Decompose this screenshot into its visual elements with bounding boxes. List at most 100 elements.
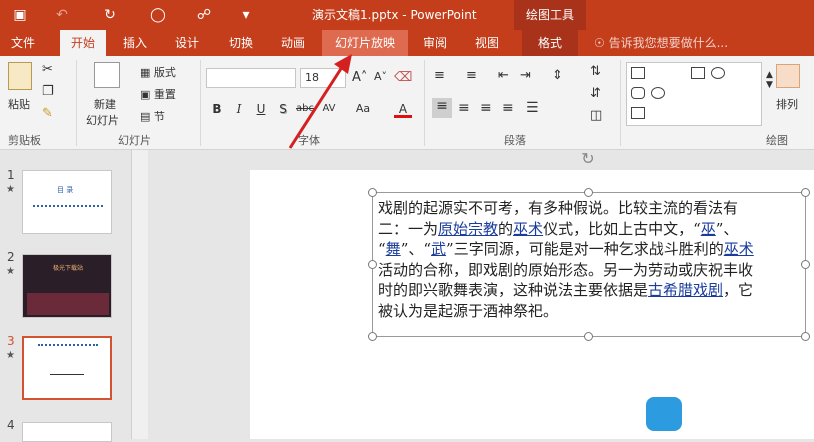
thumb-line <box>50 374 84 375</box>
clipboard-group-label: 剪贴板 <box>8 134 41 147</box>
underline-button[interactable]: U <box>252 100 270 118</box>
group-divider <box>76 60 77 146</box>
hyperlink[interactable]: 武 <box>431 240 446 258</box>
columns-icon[interactable]: ☰ <box>526 100 539 116</box>
resize-handle[interactable] <box>801 188 810 197</box>
undo-icon[interactable]: ↶ <box>52 5 72 25</box>
clear-format-icon[interactable]: ⌫ <box>394 70 412 85</box>
tab-slideshow[interactable]: 幻灯片放映 <box>322 30 408 56</box>
rectangle-shape-icon[interactable] <box>691 67 705 79</box>
bullets-icon[interactable]: ≡ <box>434 68 445 83</box>
animation-star-icon: ★ <box>6 266 15 277</box>
tab-insert[interactable]: 插入 <box>112 30 158 56</box>
paste-icon[interactable] <box>8 62 32 90</box>
char-spacing-button[interactable]: AV <box>320 100 338 118</box>
slide-thumbnail[interactable]: 极光下载站 <box>22 254 112 318</box>
group-divider <box>200 60 201 146</box>
resize-handle[interactable] <box>584 188 593 197</box>
tab-home[interactable]: 开始 <box>60 30 106 56</box>
tab-review[interactable]: 审阅 <box>412 30 458 56</box>
tell-me-text: 告诉我您想要做什么... <box>608 36 729 50</box>
tab-transitions[interactable]: 切换 <box>218 30 264 56</box>
increase-indent-icon[interactable]: ⇥ <box>520 68 531 83</box>
format-painter-icon[interactable]: ✎ <box>42 106 53 121</box>
slide-thumbnail-pane: 1 ★ 目 录 2 ★ 极光下载站 3 ★ 4 <box>0 150 148 442</box>
square-shape-icon[interactable] <box>631 107 645 119</box>
group-divider <box>424 60 425 146</box>
smartart-icon[interactable]: ◫ <box>590 108 602 123</box>
tab-format[interactable]: 格式 <box>522 30 578 56</box>
hyperlink[interactable]: 古希腊戏剧 <box>648 281 723 299</box>
copy-icon[interactable]: ❐ <box>42 84 54 99</box>
bold-button[interactable]: B <box>208 100 226 118</box>
preview-icon[interactable]: ☍ <box>194 5 214 25</box>
tab-view[interactable]: 视图 <box>464 30 510 56</box>
save-icon[interactable]: ▣ <box>10 5 30 25</box>
font-name-combo[interactable] <box>206 68 296 88</box>
hyperlink[interactable]: 原始宗教 <box>438 220 498 238</box>
align-left-icon[interactable]: ≡ <box>432 98 452 118</box>
text-direction-icon[interactable]: ⇅ <box>590 64 601 79</box>
grow-font-icon[interactable]: A˄ <box>352 70 367 85</box>
hyperlink[interactable]: 巫术 <box>513 220 543 238</box>
decrease-indent-icon[interactable]: ⇤ <box>498 68 509 83</box>
redo-icon[interactable]: ↻ <box>100 5 120 25</box>
slide-number: 3 <box>7 334 15 348</box>
layout-icon: ▦ <box>140 66 154 79</box>
align-text-icon[interactable]: ⇵ <box>590 86 601 101</box>
slide-thumbnail[interactable]: 目 录 <box>22 170 112 234</box>
resize-handle[interactable] <box>801 260 810 269</box>
font-color-button[interactable]: A <box>394 100 412 118</box>
thumbnail-scrollbar[interactable] <box>131 150 148 439</box>
group-divider <box>620 60 621 146</box>
circle-shape-icon[interactable] <box>651 87 665 99</box>
slide-thumbnail[interactable] <box>22 422 112 442</box>
layout-button[interactable]: ▦ 版式 <box>140 64 176 80</box>
tab-animations[interactable]: 动画 <box>270 30 316 56</box>
line-spacing-icon[interactable]: ⇕ <box>552 68 563 83</box>
slide-thumbnail-selected[interactable] <box>22 336 112 400</box>
cut-icon[interactable]: ✂ <box>42 62 53 77</box>
section-button[interactable]: ▤ 节 <box>140 108 165 124</box>
ribbon: 粘贴 ✂ ❐ ✎ 剪贴板 新建 幻灯片 ▦ 版式 ▣ 重置 ▤ 节 幻灯片 18… <box>0 56 814 150</box>
shadow-button[interactable]: S <box>274 100 292 118</box>
new-slide-icon[interactable] <box>94 62 120 88</box>
tab-design[interactable]: 设计 <box>164 30 210 56</box>
change-case-button[interactable]: Aa <box>354 100 372 118</box>
font-size-combo[interactable]: 18 <box>300 68 346 88</box>
numbering-icon[interactable]: ≡ <box>466 68 477 83</box>
textbox-shape-icon[interactable] <box>631 67 645 79</box>
resize-handle[interactable] <box>368 260 377 269</box>
shapes-gallery[interactable] <box>626 62 762 126</box>
oval-shape-icon[interactable] <box>711 67 725 79</box>
new-slide-label-2[interactable]: 幻灯片 <box>86 112 119 128</box>
hyperlink[interactable]: 舞 <box>386 240 401 258</box>
resize-handle[interactable] <box>368 188 377 197</box>
title-bar: ▣ ↶ ↻ ◯ ☍ ▾ 演示文稿1.pptx - PowerPoint 绘图工具 <box>0 0 814 30</box>
hyperlink[interactable]: 巫术 <box>724 240 754 258</box>
rounded-rect-shape-icon[interactable] <box>631 87 645 99</box>
align-center-icon[interactable]: ≡ <box>458 100 470 116</box>
presenter-icon[interactable]: ◯ <box>148 5 168 25</box>
gallery-scroll-icon[interactable]: ▲ ▼ <box>766 70 773 90</box>
italic-button[interactable]: I <box>230 100 248 118</box>
shrink-font-icon[interactable]: A˅ <box>374 70 387 83</box>
align-right-icon[interactable]: ≡ <box>480 100 492 116</box>
paste-button[interactable]: 粘贴 <box>8 96 30 112</box>
resize-handle[interactable] <box>584 332 593 341</box>
arrange-button[interactable]: 排列 <box>776 96 798 112</box>
new-slide-label-1[interactable]: 新建 <box>94 96 116 112</box>
rotate-handle-icon[interactable]: ↻ <box>578 150 598 168</box>
hyperlink[interactable]: 巫 <box>701 220 716 238</box>
justify-icon[interactable]: ≡ <box>502 100 514 116</box>
tell-me-box[interactable]: ☉ 告诉我您想要做什么... <box>594 30 728 56</box>
strike-button[interactable]: abc <box>296 100 314 118</box>
arrange-icon[interactable] <box>776 64 800 88</box>
reset-button[interactable]: ▣ 重置 <box>140 86 176 102</box>
drawing-group-label: 绘图 <box>766 134 788 147</box>
resize-handle[interactable] <box>368 332 377 341</box>
customize-icon[interactable]: ▾ <box>236 5 256 25</box>
tab-file[interactable]: 文件 <box>0 30 46 56</box>
textbox-content[interactable]: 戏剧的起源实不可考，有多种假说。比较主流的看法有 二：一为原始宗教的巫术仪式，比… <box>378 198 802 321</box>
resize-handle[interactable] <box>801 332 810 341</box>
